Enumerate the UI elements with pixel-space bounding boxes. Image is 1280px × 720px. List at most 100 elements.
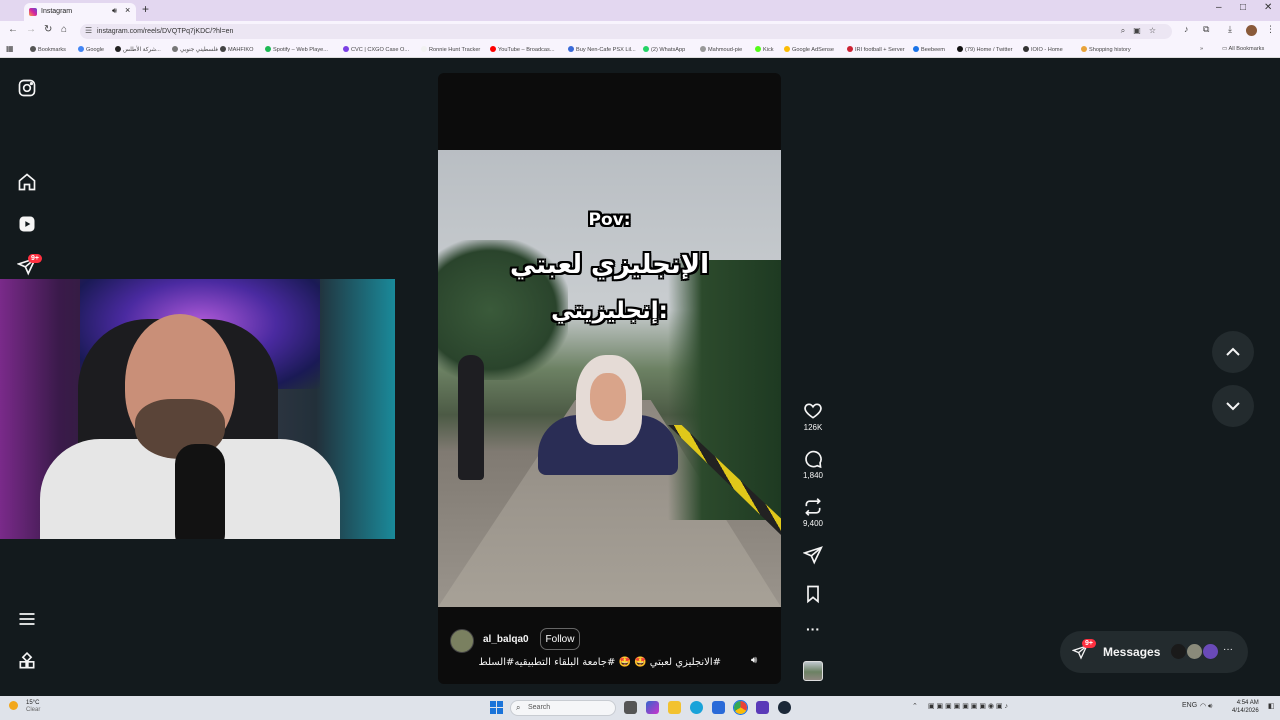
site-info-icon[interactable]: ☰: [85, 26, 92, 35]
language-indicator[interactable]: ENG: [1182, 702, 1197, 709]
audio-thumbnail[interactable]: [798, 661, 828, 681]
audio-cover-icon: [803, 661, 823, 681]
address-bar-actions[interactable]: ⌕▣☆: [1121, 26, 1164, 36]
repost-icon[interactable]: [803, 497, 823, 517]
new-tab-button[interactable]: +: [142, 2, 149, 16]
reels-icon[interactable]: [17, 214, 37, 234]
repost-action[interactable]: 9,400: [798, 497, 828, 528]
downloads-icon[interactable]: ⤓: [1228, 24, 1232, 35]
contact-avatar-2: [1186, 643, 1203, 660]
heart-icon[interactable]: [803, 401, 823, 421]
notification-center-icon[interactable]: ◧: [1268, 702, 1275, 710]
close-window-icon[interactable]: ✕: [1264, 2, 1272, 13]
steam-icon[interactable]: [778, 701, 791, 714]
browser-menu-icon[interactable]: ⋮: [1266, 24, 1275, 35]
bookmark-item[interactable]: (79) Home / Twitter: [957, 46, 1012, 53]
bookmark-item[interactable]: Beebeem: [913, 46, 945, 53]
close-tab-icon[interactable]: ×: [125, 5, 130, 15]
bookmark-item[interactable]: Mahmoud-pie: [700, 46, 742, 53]
all-bookmarks[interactable]: ▭ All Bookmarks: [1222, 46, 1264, 52]
comment-icon[interactable]: [803, 449, 823, 469]
bookmark-item[interactable]: Kick: [755, 46, 774, 53]
share-icon[interactable]: [803, 545, 823, 565]
browser-tab-instagram[interactable]: Instagram 🔊︎ ×: [24, 3, 136, 21]
next-reel-button[interactable]: [1212, 385, 1254, 427]
bookmark-item[interactable]: IRI football + Server: [847, 46, 905, 53]
bookmark-item[interactable]: IOIO - Home: [1023, 46, 1063, 53]
windows-start-icon[interactable]: [490, 701, 504, 715]
instagram-page: 9+ Pov: الإنجليزي لعبتي إنجليزيتي: al_ba…: [0, 59, 1280, 696]
author-avatar[interactable]: [450, 629, 474, 653]
bookmark-icon[interactable]: [803, 584, 823, 604]
bookmark-item[interactable]: YouTube – Broadcas...: [490, 46, 555, 53]
save-action[interactable]: [798, 584, 828, 604]
messages-button[interactable]: 9+ Messages ···: [1060, 631, 1248, 673]
bookmark-item[interactable]: Bookmarks: [30, 46, 66, 53]
more-dots-icon: ···: [1223, 644, 1233, 655]
taskbar-search[interactable]: ⌕ Search: [510, 700, 616, 716]
tray-overflow-icon[interactable]: ⌃: [912, 702, 918, 710]
more-options-icon[interactable]: ···: [798, 621, 828, 637]
reload-icon[interactable]: ↻: [44, 24, 52, 35]
bookmark-item[interactable]: فلسطيني جنوبي: [172, 46, 218, 53]
previous-reel-button[interactable]: [1212, 331, 1254, 373]
audio-toggle-icon[interactable]: 🔊︎: [751, 655, 757, 666]
weather-temp: 15°C: [26, 700, 40, 706]
bookmark-item[interactable]: شركة الأطلس...: [115, 46, 161, 53]
browser-toolbar: ← → ↻ ⌂ ☰ instagram.com/reels/DVQTPq7jKD…: [0, 21, 1280, 41]
instagram-logo-icon[interactable]: [17, 78, 37, 98]
bookmark-favicon-icon: [568, 46, 574, 52]
overlay-pov-text: Pov:: [588, 210, 631, 230]
bookmark-favicon-icon: [490, 46, 496, 52]
chrome-icon[interactable]: [733, 700, 748, 715]
apps-grid-icon[interactable]: ▦: [6, 44, 14, 53]
address-url[interactable]: instagram.com/reels/DVQTPq7jKDC/?hl=en: [97, 28, 233, 35]
sun-icon: [9, 701, 18, 710]
more-bookmarks-icon[interactable]: »: [1200, 46, 1203, 52]
chevron-down-icon: [1226, 402, 1240, 411]
copilot-icon[interactable]: [646, 701, 659, 714]
reel-video[interactable]: Pov: الإنجليزي لعبتي إنجليزيتي:: [438, 150, 781, 607]
address-bar[interactable]: ☰ instagram.com/reels/DVQTPq7jKDC/?hl=en…: [80, 24, 1172, 39]
extensions-icon[interactable]: ⧉: [1203, 24, 1209, 35]
home-button-icon[interactable]: ⌂: [61, 24, 67, 35]
contact-avatar-3: [1202, 643, 1219, 660]
file-explorer-icon[interactable]: [668, 701, 681, 714]
task-view-icon[interactable]: [624, 701, 637, 714]
bookmark-item[interactable]: MAHFIKO: [220, 46, 253, 53]
tray-app-icons[interactable]: ▣ ▣ ▣ ▣ ▣ ▣ ▣ ◉ ▣ ♪: [928, 702, 1008, 710]
media-icon[interactable]: ♪: [1184, 24, 1189, 34]
system-clock[interactable]: 4:54 AM 4/14/2026: [1232, 699, 1259, 715]
microphone: [175, 444, 225, 539]
forward-icon[interactable]: →: [26, 24, 36, 35]
bookmark-item[interactable]: Spotify – Web Playe...: [265, 46, 328, 53]
bookmark-item[interactable]: Ronnie Hunt Tracker: [421, 46, 480, 53]
bookmark-item[interactable]: Google AdSense: [784, 46, 834, 53]
speaker-icon[interactable]: 🔊︎: [112, 6, 117, 16]
bookmark-item[interactable]: Buy Nen-Cafe PSX Lil...: [568, 46, 636, 53]
clock-time: 4:54 AM: [1236, 700, 1259, 706]
bookmark-favicon-icon: [913, 46, 919, 52]
follow-button[interactable]: Follow: [540, 628, 580, 650]
bookmark-item[interactable]: CVC | CXGO Case O...: [343, 46, 409, 53]
wifi-volume-icons[interactable]: ◠ 🔊︎: [1200, 702, 1212, 711]
share-action[interactable]: [798, 545, 828, 565]
maximize-icon[interactable]: □: [1240, 2, 1246, 13]
back-icon[interactable]: ←: [8, 24, 18, 35]
bookmark-item[interactable]: (2) WhatsApp: [643, 46, 685, 53]
windows-taskbar: 15°C Clear ⌕ Search ⌃ ▣ ▣ ▣ ▣ ▣ ▣ ▣ ◉ ▣ ♪…: [0, 696, 1280, 720]
minimize-icon[interactable]: –: [1216, 2, 1222, 13]
apps-icon[interactable]: [17, 651, 37, 671]
comment-action[interactable]: 1,840: [798, 449, 828, 480]
like-action[interactable]: 126K: [798, 401, 828, 432]
profile-avatar[interactable]: [1246, 25, 1257, 36]
bookmark-item[interactable]: Google: [78, 46, 104, 53]
discord-icon[interactable]: [756, 701, 769, 714]
home-icon[interactable]: [17, 172, 37, 192]
edge-icon[interactable]: [690, 701, 703, 714]
store-icon[interactable]: [712, 701, 725, 714]
author-username[interactable]: al_balqa0: [483, 634, 529, 645]
bookmark-item[interactable]: Shopping history: [1081, 46, 1131, 53]
bookmark-favicon-icon: [343, 46, 349, 52]
menu-icon[interactable]: [17, 609, 37, 629]
